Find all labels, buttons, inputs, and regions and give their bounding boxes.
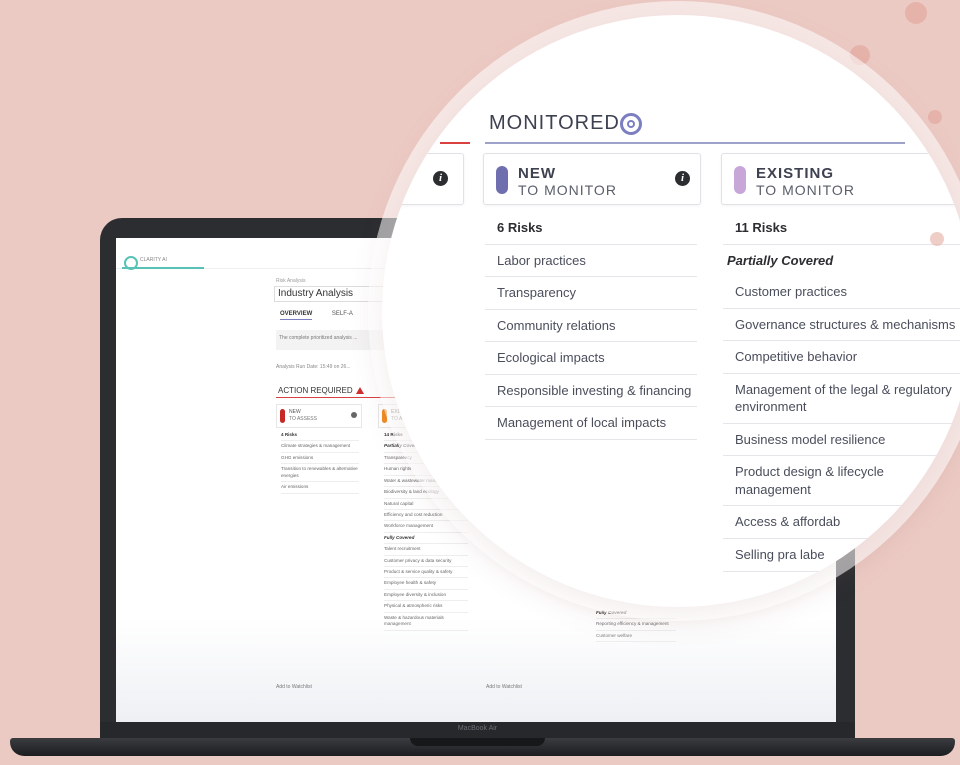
- list-item[interactable]: Climate strategies & management: [281, 441, 359, 453]
- card-subtitle: TO MONITOR: [518, 182, 617, 198]
- risk-count: 6 Risks: [485, 212, 697, 245]
- risk-item[interactable]: Management of local impacts: [485, 407, 697, 440]
- partial-card[interactable]: i: [382, 153, 464, 205]
- coverage-subheading: Partially Covered: [727, 252, 834, 268]
- risk-item[interactable]: Community relations: [485, 310, 697, 343]
- app-logo-text: CLARITY AI: [140, 257, 167, 263]
- list-item[interactable]: Transition to renewables & alternative e…: [281, 464, 359, 483]
- decorative-dot: [930, 232, 944, 246]
- card-subtitle: TO MONITOR: [756, 182, 855, 198]
- laptop-bezel-bottom: MacBook Air: [100, 722, 855, 738]
- analysis-date: Analysis Run Date: 15:49 on 26...: [276, 364, 351, 370]
- risk-item[interactable]: Labor practices: [485, 245, 697, 278]
- existing-to-monitor-list: 11 Risks Partially Covered Customer prac…: [723, 212, 960, 572]
- warning-icon: [355, 387, 364, 395]
- action-required-label: ACTION REQUIRED: [278, 386, 353, 395]
- risk-item[interactable]: Competitive behavior: [723, 341, 960, 374]
- risk-item[interactable]: Transparency: [485, 277, 697, 310]
- laptop-brand: MacBook Air: [457, 725, 498, 732]
- magnifier-lens: MONITORED i NEW TO MONITOR i EXISTING TO…: [382, 15, 960, 607]
- risk-item[interactable]: Responsible investing & financing: [485, 375, 697, 408]
- status-pill-icon: [280, 409, 285, 423]
- decorative-wave: [116, 618, 836, 722]
- existing-to-monitor-card[interactable]: EXISTING TO MONITOR: [721, 153, 960, 205]
- monitor-icon: [620, 113, 642, 135]
- new-to-assess-list: 4 Risks Climate strategies & management …: [281, 430, 359, 494]
- info-icon[interactable]: i: [675, 171, 690, 186]
- tab-overview[interactable]: OVERVIEW: [280, 311, 313, 320]
- action-required-heading: ACTION REQUIRED: [278, 386, 364, 395]
- list-item: 4 Risks: [281, 430, 359, 442]
- new-to-monitor-list: 6 Risks Labor practices Transparency Com…: [485, 212, 697, 440]
- card-subtitle: TO ASSESS: [289, 416, 317, 422]
- new-to-monitor-card[interactable]: NEW TO MONITOR i: [483, 153, 701, 205]
- risk-item[interactable]: Access & affordab: [723, 506, 960, 540]
- list-item[interactable]: GHG emissions: [281, 453, 359, 465]
- page-title: Industry Analysis: [274, 286, 389, 302]
- risk-item[interactable]: Governance structures & mechanisms: [723, 309, 960, 342]
- add-to-watchlist-link[interactable]: Add to Watchlist: [276, 684, 312, 690]
- laptop-notch: [410, 738, 545, 746]
- action-required-underline: [276, 397, 396, 398]
- risk-item[interactable]: Ecological impacts: [485, 342, 697, 375]
- new-to-assess-card[interactable]: NEW TO ASSESS: [276, 404, 362, 428]
- tab-self-assessment[interactable]: SELF-A: [332, 311, 353, 317]
- section-title-underline: [485, 142, 905, 144]
- status-pill-icon: [734, 166, 746, 194]
- risk-item[interactable]: Customer practices: [723, 276, 960, 309]
- risk-item[interactable]: Selling pra labe: [723, 539, 960, 572]
- card-title: NEW: [289, 409, 301, 415]
- add-to-watchlist-link[interactable]: Add to Watchlist: [486, 684, 522, 690]
- section-title: MONITORED: [489, 112, 620, 134]
- risk-item[interactable]: Business model resilience: [723, 424, 960, 457]
- nav-active-indicator: [122, 267, 204, 269]
- action-required-underline: [440, 142, 470, 144]
- status-pill-icon: [496, 166, 508, 194]
- card-title: NEW: [518, 165, 556, 182]
- risk-count: 11 Risks: [723, 212, 960, 245]
- risk-item[interactable]: Product design & lifecycle management: [723, 456, 960, 507]
- tab-bar: OVERVIEW SELF-A: [280, 311, 371, 320]
- breadcrumb[interactable]: Risk Analysis: [276, 278, 305, 284]
- info-icon[interactable]: [351, 412, 357, 418]
- info-icon[interactable]: i: [433, 171, 448, 186]
- risk-item[interactable]: Management of the legal & regulatory env…: [723, 374, 960, 424]
- card-title: EXISTING: [756, 165, 835, 182]
- list-item[interactable]: Air emissions: [281, 482, 359, 494]
